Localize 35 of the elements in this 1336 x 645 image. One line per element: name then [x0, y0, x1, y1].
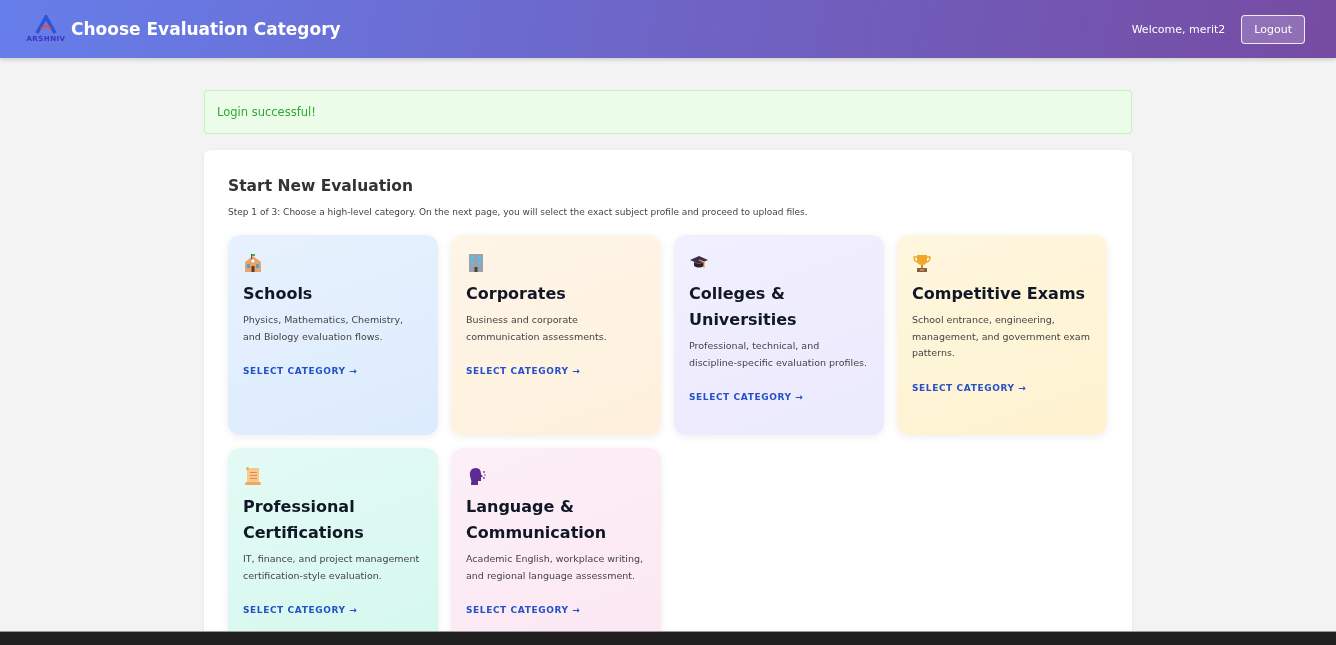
- success-alert: Login successful!: [204, 90, 1132, 134]
- logout-button[interactable]: Logout: [1241, 14, 1305, 44]
- select-category-link[interactable]: SELECT CATEGORY →: [243, 366, 358, 376]
- category-card[interactable]: Competitive Exams School entrance, engineering, management, and government exam patterns. SELECT CATEGORY →: [897, 235, 1107, 435]
- card-description: Professional, technical, and discipline-specific evaluation profiles.: [689, 339, 868, 370]
- scroll-icon: [243, 466, 263, 486]
- school-icon: [243, 253, 263, 273]
- category-card[interactable]: Schools Physics, Mathematics, Chemistry, and Biology evaluation flows. SELECT CATEGORY →: [228, 235, 438, 435]
- section-title: Start New Evaluation: [228, 176, 415, 196]
- category-card[interactable]: Professional Certifications IT, finance, and project management certification-style evaluation. SELECT CATEGORY →: [228, 448, 438, 631]
- select-category-link[interactable]: SELECT CATEGORY →: [243, 605, 358, 615]
- category-card[interactable]: Corporates Business and corporate communication assessments. SELECT CATEGORY →: [451, 235, 661, 435]
- trophy-icon: [912, 253, 932, 273]
- select-category-link[interactable]: SELECT CATEGORY →: [466, 605, 581, 615]
- page-title: Choose Evaluation Category: [71, 19, 341, 39]
- card-title: Competitive Exams: [912, 283, 1087, 305]
- category-card[interactable]: Language & Communication Academic English, workplace writing, and regional language assessment. SELECT CATEGORY →: [451, 448, 661, 631]
- card-title: Colleges & Universities: [689, 283, 798, 331]
- office-building-icon: [466, 253, 486, 273]
- card-description: IT, finance, and project management certification-style evaluation.: [243, 552, 421, 583]
- category-card[interactable]: Colleges & Universities Professional, technical, and discipline-specific evaluation profiles. SELECT CATEGORY →: [674, 235, 884, 435]
- card-description: School entrance, engineering, management, and government exam patterns.: [912, 313, 1091, 360]
- card-title: Schools: [243, 283, 314, 305]
- card-description: Physics, Mathematics, Chemistry, and Biology evaluation flows.: [243, 313, 405, 344]
- card-title: Professional Certifications: [243, 496, 365, 544]
- logo-icon: [35, 15, 57, 35]
- welcome-text: Welcome, merit2: [1131, 22, 1226, 36]
- card-title: Corporates: [466, 283, 567, 305]
- card-title: Language & Communication: [466, 496, 608, 544]
- step-instructions: Step 1 of 3: Choose a high-level category. On the next page, you will select the exact subject profile and proceed to upload files.: [228, 206, 809, 218]
- card-description: Business and corporate communication assessments.: [466, 313, 608, 344]
- card-description: Academic English, workplace writing, and regional language assessment.: [466, 552, 645, 583]
- select-category-link[interactable]: SELECT CATEGORY →: [466, 366, 581, 376]
- select-category-link[interactable]: SELECT CATEGORY →: [912, 382, 1027, 393]
- select-category-link[interactable]: SELECT CATEGORY →: [689, 392, 804, 402]
